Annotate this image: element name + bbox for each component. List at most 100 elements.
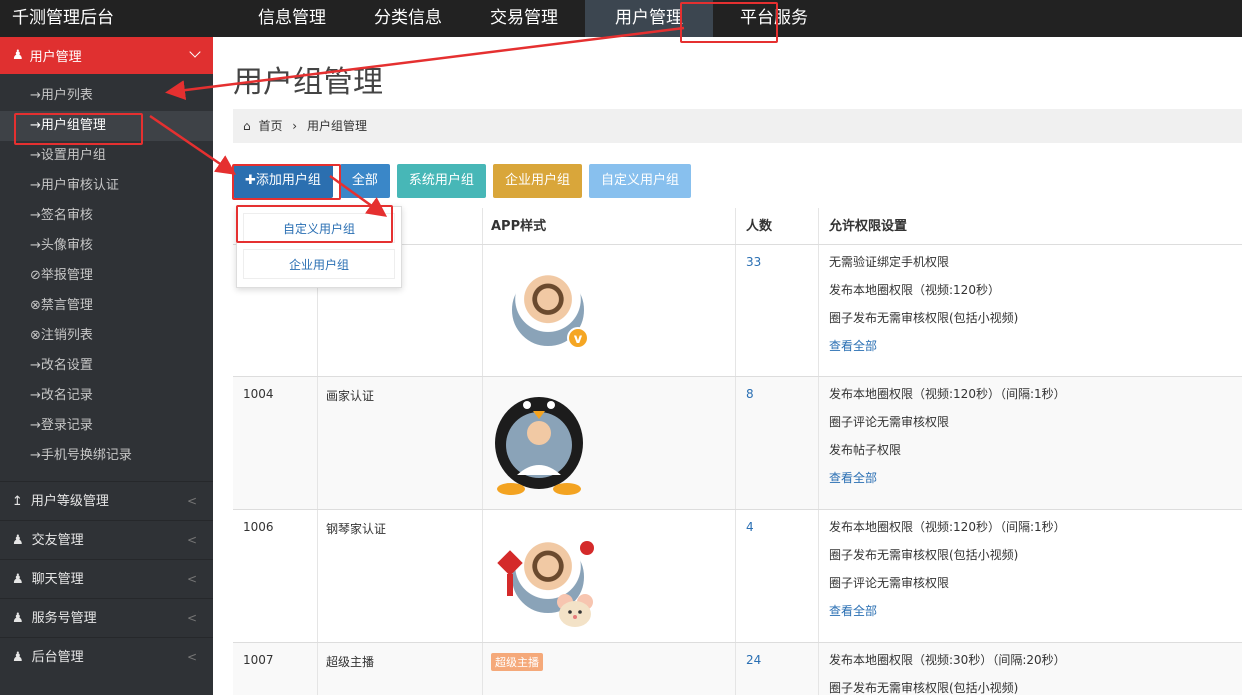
view-all-link[interactable]: 查看全部 bbox=[829, 464, 1242, 492]
permission-item: 无需验证绑定手机权限 bbox=[829, 255, 950, 269]
row-name: 超级主播 bbox=[318, 643, 483, 695]
row-app-style: v bbox=[483, 245, 736, 376]
row-name: 钢琴家认证 bbox=[318, 510, 483, 642]
row-id: 1006 bbox=[233, 510, 318, 642]
sidebar-item-login-log[interactable]: →登录记录 bbox=[0, 411, 213, 441]
penguin-frame-icon bbox=[495, 397, 583, 495]
permission-item: 发布本地圈权限（视频:120秒）（间隔:1秒） bbox=[829, 387, 1066, 401]
view-all-link[interactable]: 查看全部 bbox=[829, 332, 1242, 360]
chevron-left-icon: < bbox=[186, 533, 197, 547]
app-style-tag: 超级主播 bbox=[491, 653, 543, 671]
sidebar-item-rename-set[interactable]: →改名设置 bbox=[0, 351, 213, 381]
sidebar-item-mute[interactable]: ⊗禁言管理 bbox=[0, 291, 213, 321]
highlight-nav-users bbox=[680, 2, 778, 43]
row-permissions: 无需验证绑定手机权限 发布本地圈权限（视频:120秒） 圈子发布无需审核权限(包… bbox=[819, 245, 1242, 376]
sidebar-head-user-management[interactable]: ♟ 用户管理 bbox=[0, 37, 213, 74]
sidebar-group-label: 交友管理 bbox=[31, 533, 84, 548]
sidebar-item-signature[interactable]: →签名审核 bbox=[0, 201, 213, 231]
header-app-style: APP样式 bbox=[483, 208, 736, 244]
dropdown-item-enterprise[interactable]: 企业用户组 bbox=[243, 249, 395, 279]
row-id: 1007 bbox=[233, 643, 318, 695]
mouse-decoration-icon bbox=[557, 594, 593, 627]
breadcrumb-separator: › bbox=[292, 119, 298, 133]
filter-system-button[interactable]: 系统用户组 bbox=[396, 164, 486, 198]
row-permissions: 发布本地圈权限（视频:120秒）（间隔:1秒） 圈子评论无需审核权限 发布帖子权… bbox=[819, 377, 1242, 509]
sidebar-item-set-group[interactable]: →设置用户组 bbox=[0, 141, 213, 171]
sidebar-group-label: 聊天管理 bbox=[31, 572, 84, 587]
sidebar-group-label: 用户等级管理 bbox=[30, 494, 109, 509]
nav-info[interactable]: 信息管理 bbox=[237, 0, 347, 37]
main-content: 用户组管理 ⌂ 首页 › 用户组管理 ✚添加用户组 全部 系统用户组 企业用户组… bbox=[213, 37, 1242, 695]
arrow-up-icon: ↥ bbox=[12, 494, 23, 509]
sidebar-item-report[interactable]: ⊘举报管理 bbox=[0, 261, 213, 291]
home-icon: ⌂ bbox=[243, 119, 251, 133]
sidebar-item-verify[interactable]: →用户审核认证 bbox=[0, 171, 213, 201]
row-name: 画家认证 bbox=[318, 377, 483, 509]
view-all-link[interactable]: 查看全部 bbox=[829, 597, 1242, 625]
sidebar-item-rename-log[interactable]: →改名记录 bbox=[0, 381, 213, 411]
permission-item: 发布本地圈权限（视频:30秒）（间隔:20秒） bbox=[829, 653, 1066, 667]
row-id: 1004 bbox=[233, 377, 318, 509]
sidebar-group-label: 后台管理 bbox=[31, 650, 84, 665]
sidebar-item-avatar[interactable]: →头像审核 bbox=[0, 231, 213, 261]
page-title: 用户组管理 bbox=[233, 65, 383, 100]
person-icon: ♟ bbox=[12, 572, 24, 587]
chevron-left-icon: < bbox=[186, 611, 197, 625]
chevron-left-icon: < bbox=[186, 650, 197, 664]
row-permissions: 发布本地圈权限（视频:120秒）（间隔:1秒） 圈子发布无需审核权限(包括小视频… bbox=[819, 510, 1242, 642]
permission-item: 发布本地圈权限（视频:120秒）（间隔:1秒） bbox=[829, 520, 1066, 534]
row-count[interactable]: 8 bbox=[736, 377, 819, 509]
person-icon: ♟ bbox=[12, 48, 24, 63]
sidebar-item-user-list[interactable]: →用户列表 bbox=[0, 81, 213, 111]
filter-all-button[interactable]: 全部 bbox=[339, 164, 390, 198]
chevron-left-icon: < bbox=[186, 494, 197, 508]
permission-item: 圈子评论无需审核权限 bbox=[829, 576, 950, 590]
person-icon: ♟ bbox=[12, 533, 24, 548]
header-permissions: 允许权限设置 bbox=[829, 219, 908, 234]
breadcrumb: ⌂ 首页 › 用户组管理 bbox=[233, 109, 1242, 143]
sidebar-group-friends[interactable]: ♟ 交友管理 < bbox=[0, 520, 213, 559]
person-icon: ♟ bbox=[12, 650, 24, 665]
filter-enterprise-button[interactable]: 企业用户组 bbox=[492, 164, 582, 198]
top-bar: 千测管理后台 信息管理 分类信息 交易管理 用户管理 平台服务 bbox=[0, 0, 1242, 37]
nav-classified[interactable]: 分类信息 bbox=[353, 0, 463, 37]
verified-badge: v bbox=[567, 327, 589, 349]
table-row: 1006 钢琴家认证 4 发布本地圈权限（视频:120秒）（间隔:1秒） 圈子发… bbox=[233, 510, 1242, 643]
sidebar-item-cancel[interactable]: ⊗注销列表 bbox=[0, 321, 213, 351]
knot-decoration-icon bbox=[497, 550, 523, 596]
header-count: 人数 bbox=[736, 208, 819, 244]
table-row: 1004 画家认证 8 发布本地圈权限（视频:120秒）（间隔:1秒） 圈子评论… bbox=[233, 377, 1242, 510]
row-count[interactable]: 4 bbox=[736, 510, 819, 642]
brand-title: 千测管理后台 bbox=[12, 8, 114, 28]
breadcrumb-home[interactable]: 首页 bbox=[258, 119, 282, 133]
row-count[interactable]: 24 bbox=[736, 643, 819, 695]
filter-custom-button[interactable]: 自定义用户组 bbox=[588, 164, 691, 198]
chevron-left-icon: < bbox=[186, 572, 197, 586]
row-permissions: 发布本地圈权限（视频:30秒）（间隔:20秒） 圈子发布无需审核权限(包括小视频… bbox=[819, 643, 1242, 695]
permission-item: 圈子发布无需审核权限(包括小视频) bbox=[829, 548, 1019, 562]
permission-item: 圈子发布无需审核权限(包括小视频) bbox=[829, 311, 1019, 325]
breadcrumb-current: 用户组管理 bbox=[306, 119, 367, 133]
highlight-add-button bbox=[232, 164, 341, 200]
sidebar-group-service[interactable]: ♟ 服务号管理 < bbox=[0, 598, 213, 637]
chevron-down-icon bbox=[189, 46, 201, 58]
row-count[interactable]: 33 bbox=[736, 245, 819, 376]
person-icon: ♟ bbox=[12, 611, 24, 626]
permission-item: 圈子评论无需审核权限 bbox=[829, 415, 950, 429]
row-app-style: 超级主播 bbox=[483, 643, 736, 695]
nav-trade[interactable]: 交易管理 bbox=[469, 0, 579, 37]
table-row: 1007 超级主播 超级主播 24 发布本地圈权限（视频:30秒）（间隔:20秒… bbox=[233, 643, 1242, 695]
row-app-style bbox=[483, 510, 736, 642]
sidebar-group-level[interactable]: ↥ 用户等级管理 < bbox=[0, 481, 213, 520]
sidebar-head-label: 用户管理 bbox=[29, 50, 82, 65]
flower-decoration-icon bbox=[580, 541, 594, 555]
permission-item: 发布本地圈权限（视频:120秒） bbox=[829, 283, 1000, 297]
sidebar-item-phone-log[interactable]: →手机号换绑记录 bbox=[0, 441, 213, 471]
sidebar-group-admin[interactable]: ♟ 后台管理 < bbox=[0, 637, 213, 676]
sidebar-group-label: 服务号管理 bbox=[31, 611, 97, 626]
sidebar-group-chat[interactable]: ♟ 聊天管理 < bbox=[0, 559, 213, 598]
highlight-dropdown-custom bbox=[236, 205, 393, 243]
permission-item: 发布帖子权限 bbox=[829, 443, 902, 457]
highlight-sidebar-user-groups bbox=[14, 113, 143, 145]
row-app-style bbox=[483, 377, 736, 509]
